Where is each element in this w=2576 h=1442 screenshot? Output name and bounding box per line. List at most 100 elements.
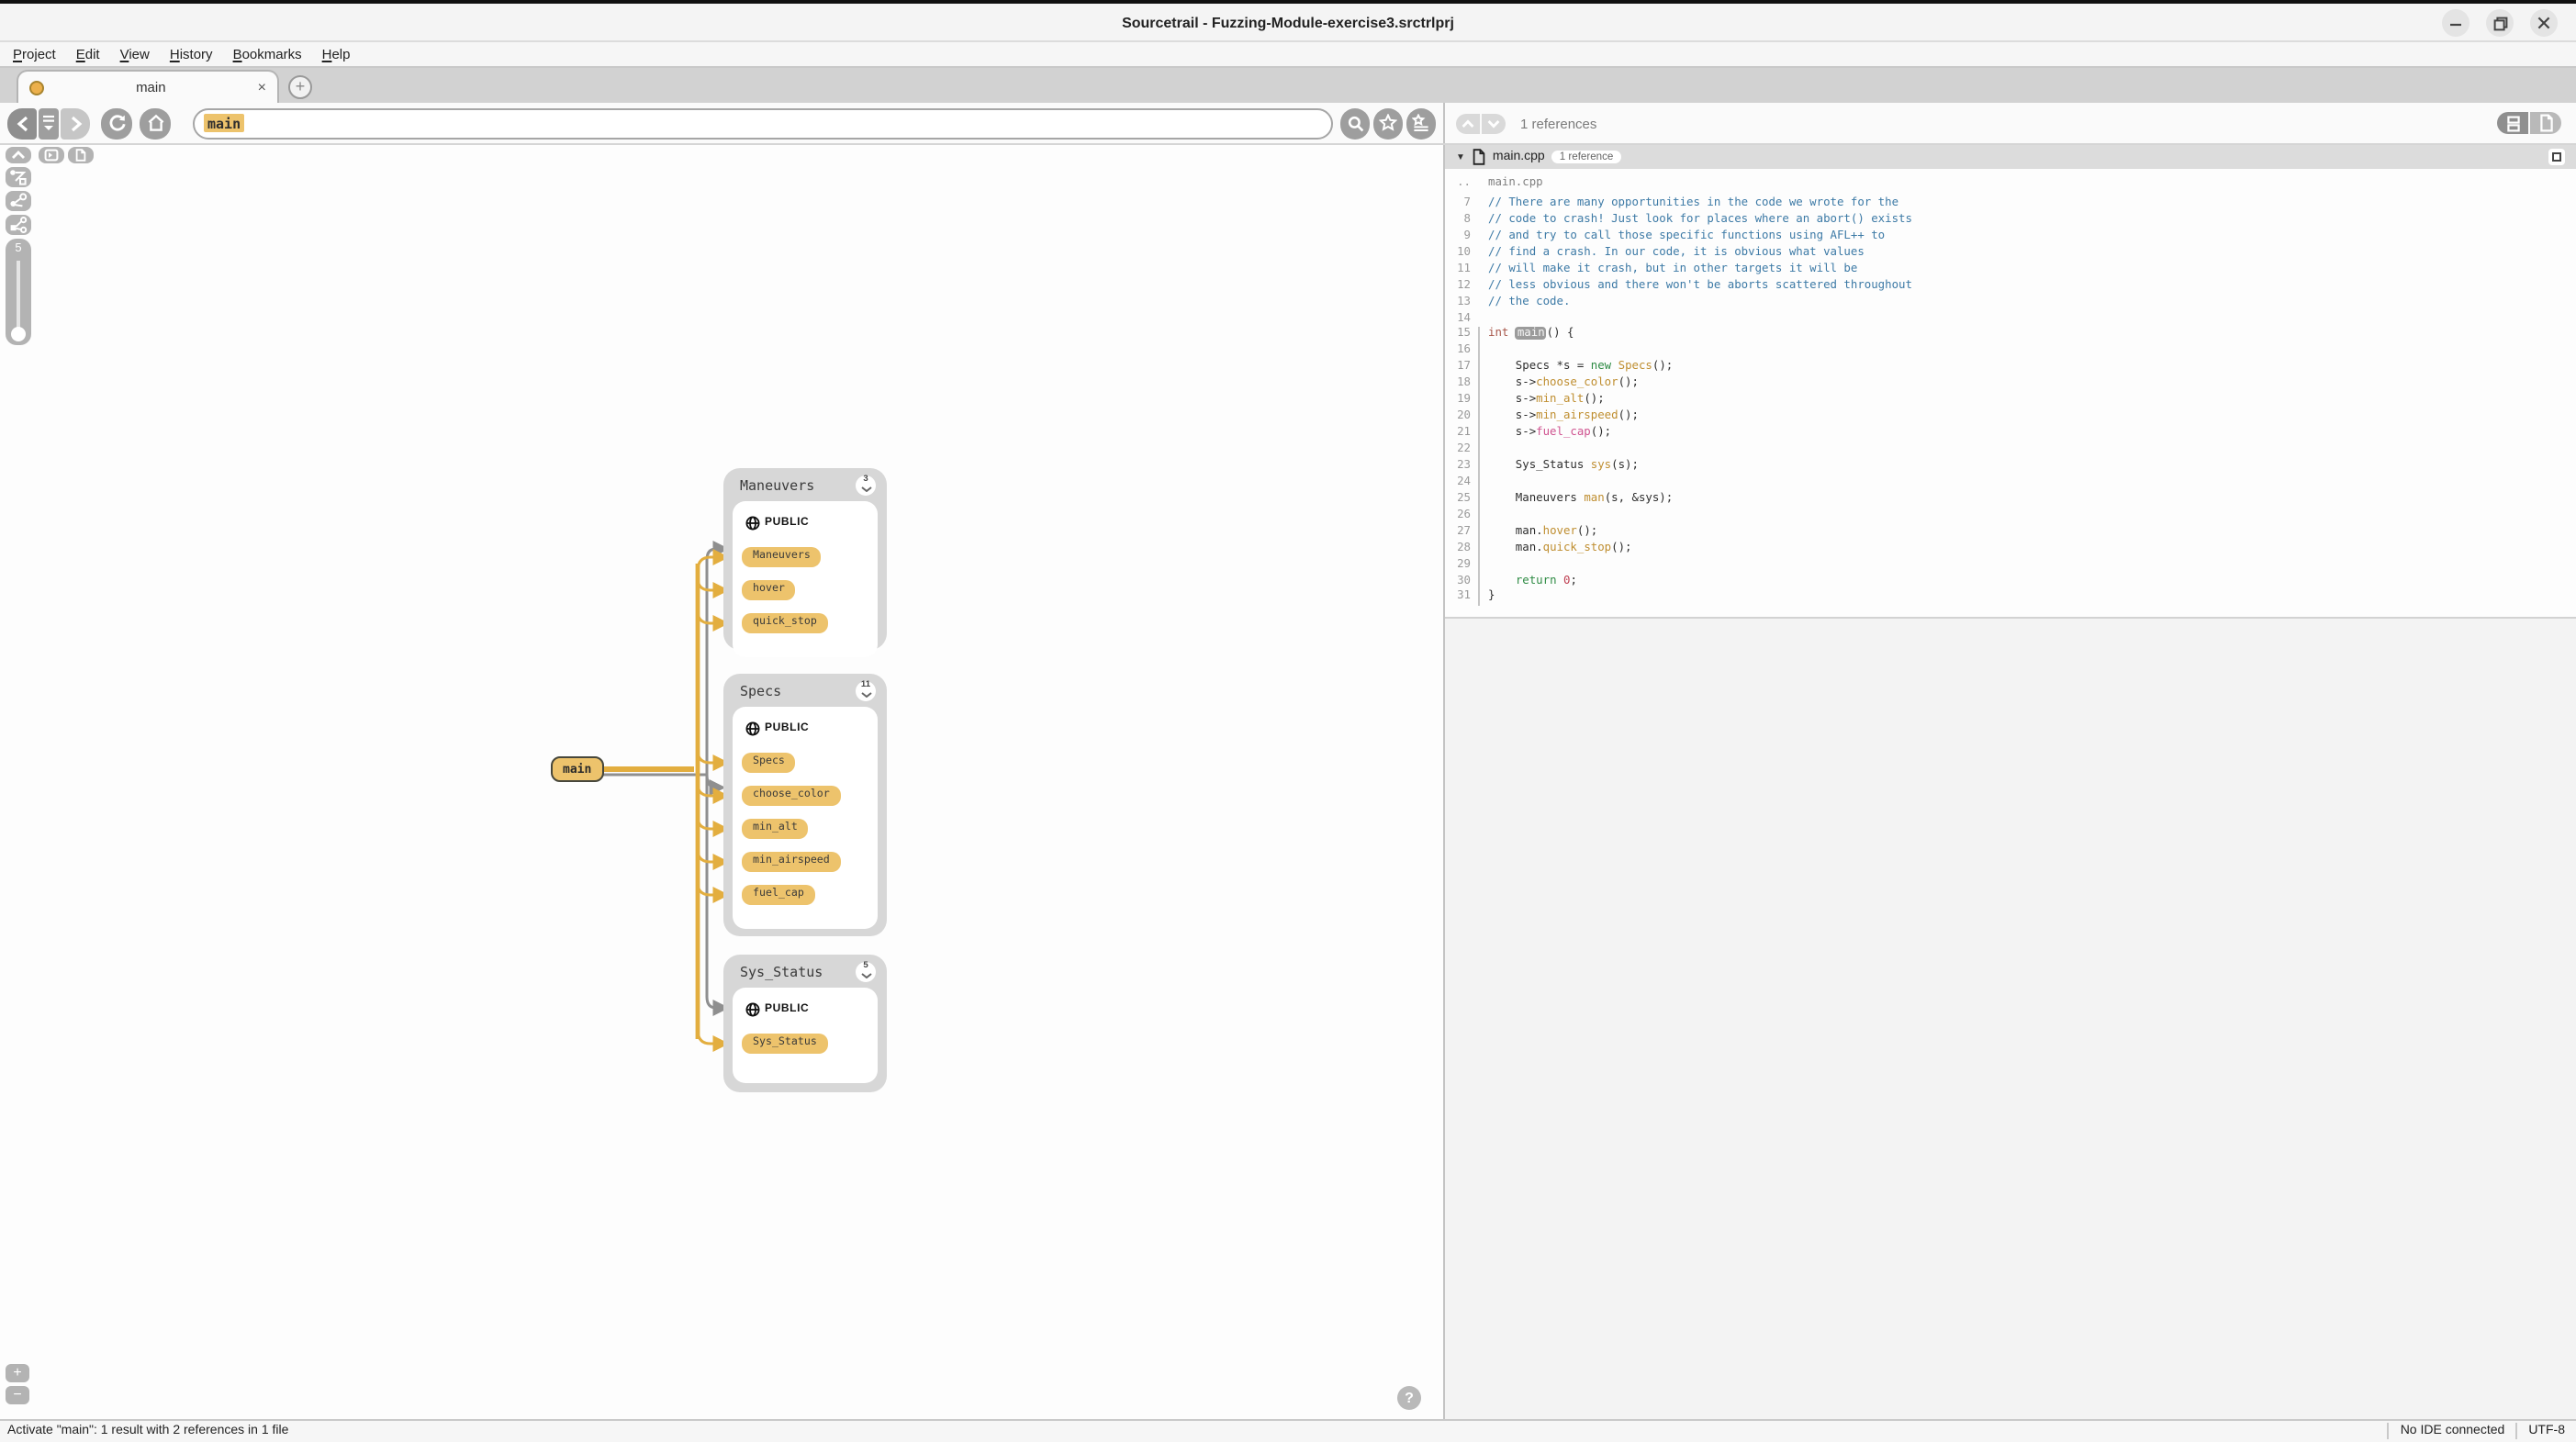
file-icon (1473, 149, 1485, 165)
tab-label: main (44, 79, 258, 95)
bookmark-button[interactable] (1373, 107, 1403, 139)
file-header[interactable]: ▼ main.cpp 1 reference (1445, 145, 2576, 169)
code-line: 19 s->min_alt(); (1445, 393, 2576, 409)
graph-view-b-button[interactable] (6, 215, 31, 235)
tab-close-icon[interactable]: × (258, 79, 266, 95)
code-line: 15int main() { (1445, 328, 2576, 344)
graph-group-specs[interactable]: Specs 11 PUBLIC Specs choose_color min_a… (723, 674, 887, 936)
menu-project[interactable]: Project (13, 46, 56, 62)
refresh-button[interactable] (101, 107, 132, 139)
group-title[interactable]: Sys_Status (740, 963, 823, 979)
code-line: 23 Sys_Status sys(s); (1445, 459, 2576, 475)
code-line: 17 Specs *s = new Specs(); (1445, 361, 2576, 377)
group-count-badge[interactable]: 3 (856, 475, 876, 495)
code-line: 27 man.hover(); (1445, 524, 2576, 541)
help-button[interactable]: ? (1397, 1386, 1421, 1410)
code-line: 26 (1445, 509, 2576, 525)
menu-history[interactable]: History (170, 46, 213, 62)
menu-bar: Project Edit View History Bookmarks Help (0, 42, 2576, 68)
menu-view[interactable]: View (120, 46, 150, 62)
encoding-label: UTF-8 (2528, 1425, 2565, 1438)
graph-node-hover[interactable]: hover (742, 580, 796, 600)
zoom-out-button[interactable]: − (6, 1386, 29, 1404)
previous-reference-button[interactable] (1456, 113, 1480, 133)
status-separator (2388, 1424, 2390, 1440)
code-line: 24 (1445, 475, 2576, 492)
tab-main[interactable]: main × (17, 70, 279, 103)
title-bar: Sourcetrail - Fuzzing-Module-exercise3.s… (0, 0, 2576, 42)
graph-node-min-airspeed[interactable]: min_airspeed (742, 852, 841, 872)
new-tab-button[interactable]: + (288, 74, 312, 98)
code-snippet[interactable]: ..main.cpp7// There are many opportuniti… (1445, 169, 2576, 620)
forward-button[interactable] (61, 107, 90, 139)
custom-trail-button[interactable] (6, 167, 31, 187)
file-in-graph-button[interactable] (68, 147, 94, 163)
graph-group-sys-status[interactable]: Sys_Status 5 PUBLIC Sys_Status (723, 955, 887, 1092)
minimize-button[interactable] (2442, 9, 2470, 37)
status-message: Activate "main": 1 result with 2 referen… (7, 1425, 288, 1438)
maximize-snippet-button[interactable] (2548, 149, 2565, 165)
menu-help[interactable]: Help (322, 46, 351, 62)
code-line: 18 s->choose_color(); (1445, 377, 2576, 394)
graph-node-fuel-cap[interactable]: fuel_cap (742, 885, 815, 905)
code-panel: ▼ main.cpp 1 reference ..main.cpp7// The… (1443, 145, 2576, 1419)
graph-panel[interactable]: 5 + − ? main Maneuvers 3 (0, 145, 1443, 1419)
depth-slider-track[interactable] (17, 261, 20, 338)
code-in-graph-button[interactable] (39, 147, 64, 163)
graph-node-maneuvers[interactable]: Maneuvers (742, 547, 822, 567)
collapse-file-icon[interactable]: ▼ (1456, 151, 1465, 162)
window-title: Sourcetrail - Fuzzing-Module-exercise3.s… (1122, 14, 1454, 30)
code-line: 20 s->min_airspeed(); (1445, 409, 2576, 426)
references-count-label: 1 references (1520, 115, 1596, 131)
code-line: 13// the code. (1445, 295, 2576, 311)
menu-edit[interactable]: Edit (76, 46, 100, 62)
graph-group-maneuvers[interactable]: Maneuvers 3 PUBLIC Maneuvers hover quick… (723, 468, 887, 650)
toolbar-band: main 1 references (0, 103, 2576, 145)
close-button[interactable] (2530, 9, 2558, 37)
code-line: 14 (1445, 311, 2576, 328)
collapse-panel-button[interactable] (6, 147, 31, 163)
tab-state-icon (29, 80, 44, 95)
file-name[interactable]: main.cpp (1493, 151, 1545, 163)
code-lines: ..main.cpp7// There are many opportuniti… (1445, 176, 2576, 607)
group-title[interactable]: Specs (740, 682, 781, 699)
status-separator (2515, 1424, 2517, 1440)
graph-node-quick-stop[interactable]: quick_stop (742, 613, 828, 633)
history-list-button[interactable] (39, 107, 59, 139)
bookmark-list-button[interactable] (1406, 107, 1436, 139)
graph-node-choose-color[interactable]: choose_color (742, 786, 841, 806)
graph-node-main[interactable]: main (551, 756, 603, 782)
group-title[interactable]: Maneuvers (740, 476, 814, 493)
group-count-badge[interactable]: 11 (856, 680, 876, 700)
code-line: 9// and try to call those specific funct… (1445, 229, 2576, 246)
ide-status[interactable]: No IDE connected (2401, 1425, 2505, 1438)
code-line: 22 (1445, 442, 2576, 459)
code-line: 30 return 0; (1445, 574, 2576, 590)
maximize-button[interactable] (2486, 9, 2514, 37)
back-button[interactable] (7, 107, 37, 139)
graph-depth-slider[interactable]: 5 (6, 239, 31, 345)
active-symbol-highlight[interactable]: main (1516, 328, 1547, 341)
search-button[interactable] (1340, 107, 1370, 139)
graph-node-min-alt[interactable]: min_alt (742, 819, 809, 839)
zoom-in-button[interactable]: + (6, 1364, 29, 1382)
code-line: 16 (1445, 344, 2576, 361)
graph-node-specs[interactable]: Specs (742, 753, 796, 773)
access-section-public: PUBLIC (742, 510, 868, 534)
home-button[interactable] (140, 107, 171, 139)
menu-bookmarks[interactable]: Bookmarks (233, 46, 302, 62)
access-section-public: PUBLIC (742, 716, 868, 740)
code-view-mode (2497, 112, 2561, 134)
snippet-list-view-button[interactable] (2497, 112, 2528, 134)
code-line: 8// code to crash! Just look for places … (1445, 213, 2576, 229)
graph-node-sys-status[interactable]: Sys_Status (742, 1034, 828, 1054)
single-file-view-button[interactable] (2530, 112, 2561, 134)
depth-slider-handle[interactable] (11, 327, 26, 341)
graph-view-a-button[interactable] (6, 191, 31, 211)
reference-nav (1456, 113, 1506, 133)
search-value: main (204, 114, 244, 132)
search-input[interactable]: main (193, 107, 1333, 139)
group-count-badge[interactable]: 5 (856, 961, 876, 981)
code-line: 25 Maneuvers man(s, &sys); (1445, 492, 2576, 509)
next-reference-button[interactable] (1482, 113, 1506, 133)
